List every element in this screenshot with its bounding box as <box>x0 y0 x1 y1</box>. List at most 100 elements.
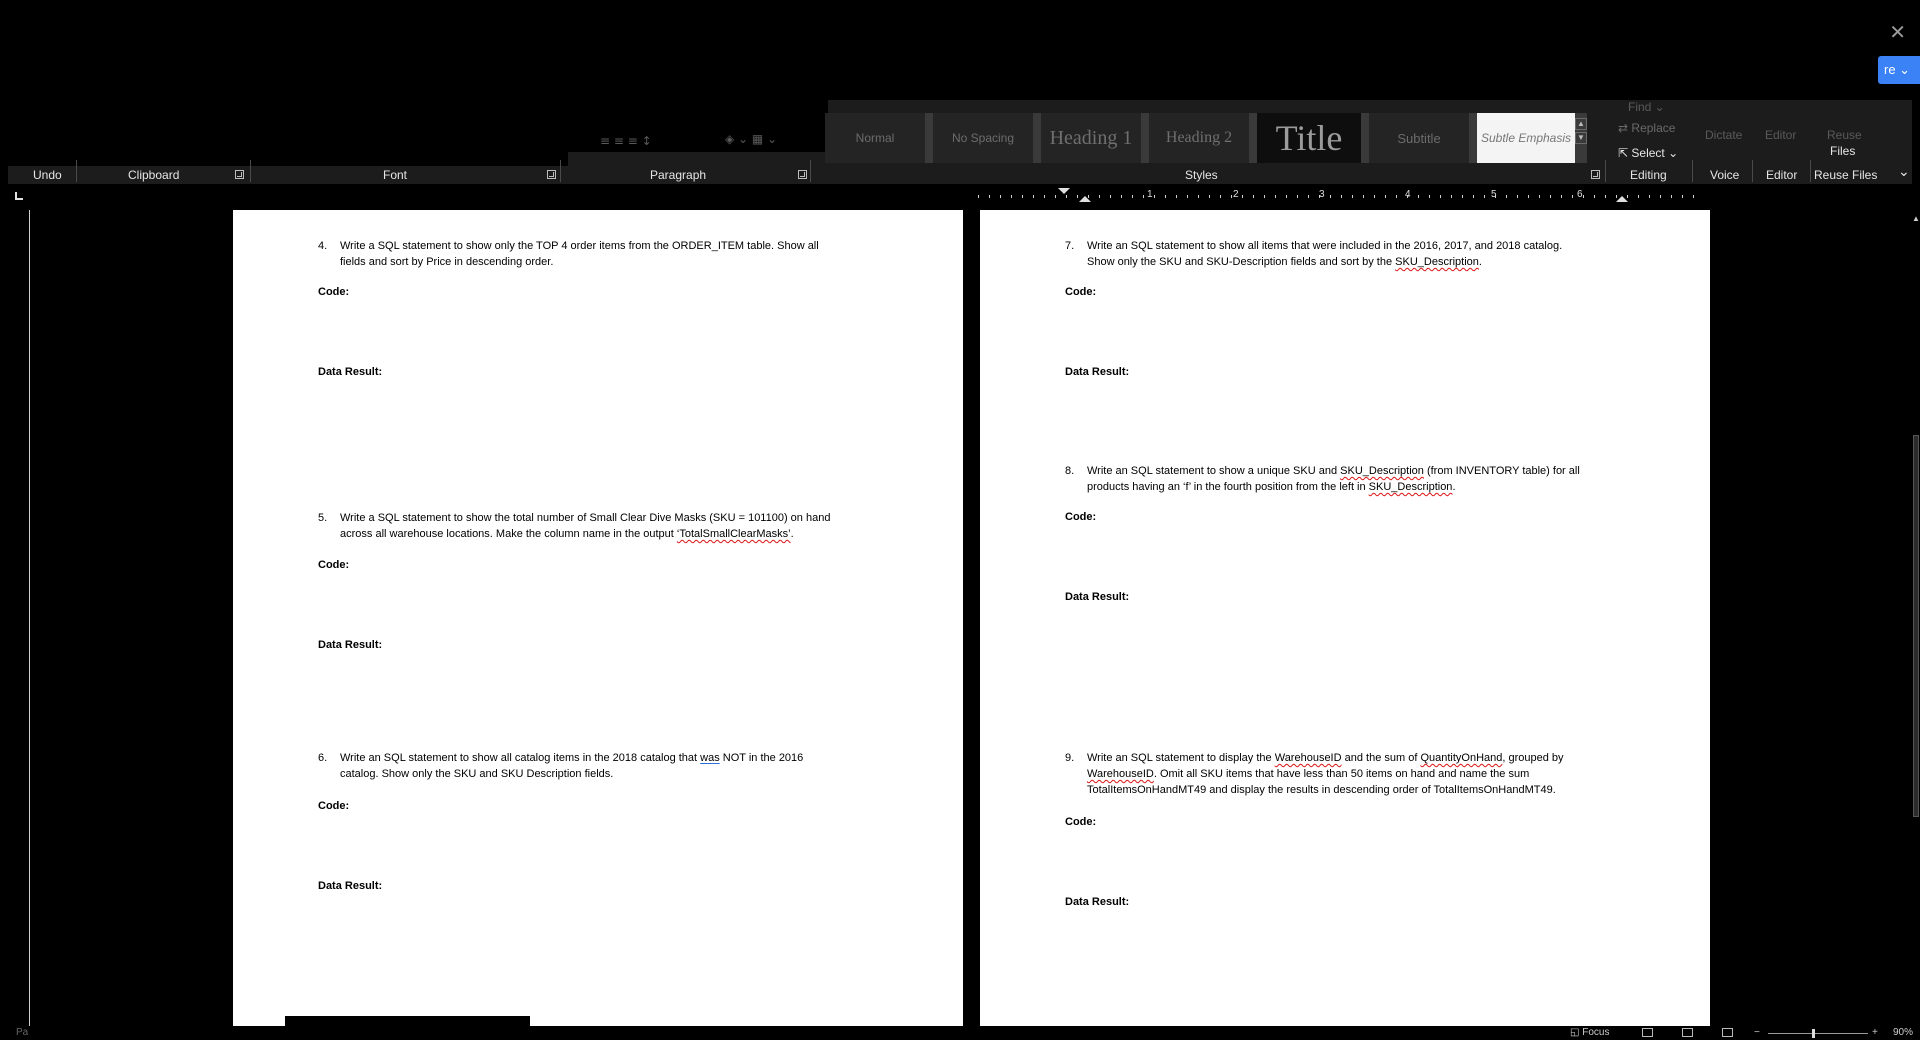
ruler-tick <box>1396 195 1397 198</box>
ruler-tick <box>1022 195 1023 198</box>
group-label-reuse-files: Reuse Files <box>1814 168 1878 182</box>
ruler-tick <box>1429 195 1430 198</box>
zoom-slider[interactable] <box>1768 1033 1868 1034</box>
grammar-word[interactable]: was <box>700 752 720 764</box>
print-layout-icon[interactable] <box>1682 1028 1693 1037</box>
data-result-label: Data Result: <box>1065 896 1130 908</box>
styles-gallery-scroll[interactable]: ▲ ▼ <box>1575 118 1587 158</box>
align-icons[interactable]: ≡ ≡ ≡ ↕ <box>600 134 652 148</box>
style-subtle-emphasis[interactable]: Subtle Emphasis <box>1477 113 1575 163</box>
page-left[interactable]: 4. Write a SQL statement to show only th… <box>233 210 963 1026</box>
text-run: Show only the SKU and SKU-Description fi… <box>1087 256 1396 268</box>
focus-button[interactable]: ◱ Focus <box>1570 1027 1609 1038</box>
ruler-tick <box>1418 195 1419 198</box>
collapse-ribbon-icon[interactable]: ⌄ <box>1898 163 1910 180</box>
text-run: . Omit all SKU items that have less than… <box>1153 768 1530 780</box>
close-icon[interactable]: ✕ <box>1889 20 1906 44</box>
group-label-font: Font <box>383 168 408 182</box>
style-no-spacing[interactable]: No Spacing <box>933 113 1033 163</box>
zoom-out-button[interactable]: − <box>1754 1027 1760 1038</box>
zoom-in-button[interactable]: + <box>1872 1027 1878 1038</box>
question-line: across all warehouse locations. Make the… <box>340 526 878 542</box>
style-heading-2[interactable]: Heading 2 <box>1149 113 1249 163</box>
title-bar: ✕ re ⌄ <box>0 0 1920 100</box>
ruler-tick <box>1275 195 1276 198</box>
text-run: across all warehouse locations. Make the… <box>340 528 677 540</box>
replace-label: Replace <box>1631 121 1676 135</box>
find-button[interactable]: Find ⌄ <box>1628 100 1665 114</box>
web-layout-icon[interactable] <box>1722 1028 1733 1037</box>
hanging-indent-icon[interactable] <box>1079 196 1091 202</box>
ruler-tick <box>1671 195 1672 198</box>
select-button[interactable]: ⇱ Select ⌄ <box>1618 146 1678 160</box>
page-info[interactable]: Pa <box>16 1027 28 1038</box>
spellcheck-word[interactable]: SKU_Description <box>1340 465 1424 477</box>
question-number: 7. <box>1065 240 1075 252</box>
first-line-indent-icon[interactable] <box>1058 188 1070 194</box>
ruler-tick <box>1352 195 1353 198</box>
gallery-up-icon[interactable]: ▲ <box>1575 118 1587 130</box>
scroll-up-icon[interactable]: ▲ <box>1912 214 1920 223</box>
tab-selector-icon[interactable] <box>15 192 23 200</box>
question-line: fields and sort by Price in descending o… <box>340 256 554 268</box>
data-result-label: Data Result: <box>318 639 383 651</box>
group-label-paragraph: Paragraph <box>650 168 707 182</box>
ruler-tick <box>1033 195 1034 198</box>
ruler-number: 2 <box>1233 189 1239 200</box>
ruler-tick <box>1209 195 1210 198</box>
vertical-scrollbar[interactable]: ▲ <box>1912 210 1920 1026</box>
question-line: Write a SQL statement to show only the T… <box>340 240 819 252</box>
data-result-label: Data Result: <box>1065 366 1130 378</box>
group-label-voice: Voice <box>1710 168 1740 182</box>
question-line: WarehouseID. Omit all SKU items that hav… <box>1087 766 1625 782</box>
code-label: Code: <box>318 800 350 812</box>
focus-label: Focus <box>1582 1027 1610 1038</box>
clipboard-launcher-icon[interactable] <box>235 170 244 179</box>
ribbon: ≡ ≡ ≡ ↕ ◈ ⌄ ▦ ⌄ Normal No Spacing Headin… <box>0 100 1920 186</box>
reuse-files-button[interactable]: Files <box>1830 144 1855 158</box>
replace-button[interactable]: ⇄ Replace <box>1618 121 1675 135</box>
text-run: (from INVENTORY table) for all <box>1423 465 1580 477</box>
gallery-down-icon[interactable]: ▼ <box>1575 132 1587 144</box>
spellcheck-word[interactable]: ‘TotalSmallClearMasks’ <box>677 528 791 540</box>
share-button[interactable]: re ⌄ <box>1878 56 1920 84</box>
redacted-area <box>8 100 828 152</box>
ruler-tick <box>1110 195 1111 198</box>
group-label-clipboard: Clipboard <box>128 168 180 182</box>
zoom-slider-thumb[interactable] <box>1812 1029 1815 1038</box>
page-right[interactable]: 7. Write an SQL statement to show all it… <box>980 210 1710 1026</box>
ruler-number: 6 <box>1577 189 1583 200</box>
group-label-styles: Styles <box>1185 168 1218 182</box>
text-run: products having an ‘f’ in the fourth pos… <box>1087 481 1369 493</box>
read-mode-icon[interactable] <box>1642 1028 1653 1037</box>
ruler-tick <box>1572 195 1573 198</box>
shading-icon[interactable]: ◈ ⌄ ▦ ⌄ <box>725 132 777 146</box>
reuse-files-top[interactable]: Reuse <box>1827 128 1862 142</box>
dictate-button[interactable]: Dictate <box>1705 128 1742 142</box>
style-heading-1[interactable]: Heading 1 <box>1041 113 1141 163</box>
group-separator <box>1692 160 1693 182</box>
paragraph-launcher-icon[interactable] <box>798 170 807 179</box>
styles-launcher-icon[interactable] <box>1591 170 1600 179</box>
zoom-level[interactable]: 90% <box>1893 1027 1913 1038</box>
scrollbar-thumb[interactable] <box>1913 435 1919 817</box>
spellcheck-word[interactable]: QuantityOnHand <box>1420 752 1502 764</box>
cursor-icon: ⇱ <box>1618 146 1629 160</box>
group-separator <box>560 160 561 182</box>
spellcheck-word[interactable]: WarehouseID <box>1087 768 1154 780</box>
ruler-tick <box>1440 195 1441 198</box>
style-normal[interactable]: Normal <box>825 113 925 163</box>
group-label-undo: Undo <box>33 168 62 182</box>
ruler-tick <box>1462 195 1463 198</box>
style-subtitle[interactable]: Subtitle <box>1369 113 1469 163</box>
horizontal-ruler[interactable]: 1 2 3 4 5 6 <box>0 186 1920 210</box>
ruler-tick <box>1165 195 1166 198</box>
spellcheck-word[interactable]: WarehouseID <box>1275 752 1342 764</box>
style-title[interactable]: Title <box>1257 113 1361 163</box>
right-indent-icon[interactable] <box>1616 196 1628 202</box>
spellcheck-word[interactable]: SKU_Description <box>1369 481 1453 493</box>
spellcheck-word[interactable]: SKU_Description <box>1395 256 1479 268</box>
font-launcher-icon[interactable] <box>547 170 556 179</box>
editor-button[interactable]: Editor <box>1765 128 1796 142</box>
code-label: Code: <box>318 286 350 298</box>
